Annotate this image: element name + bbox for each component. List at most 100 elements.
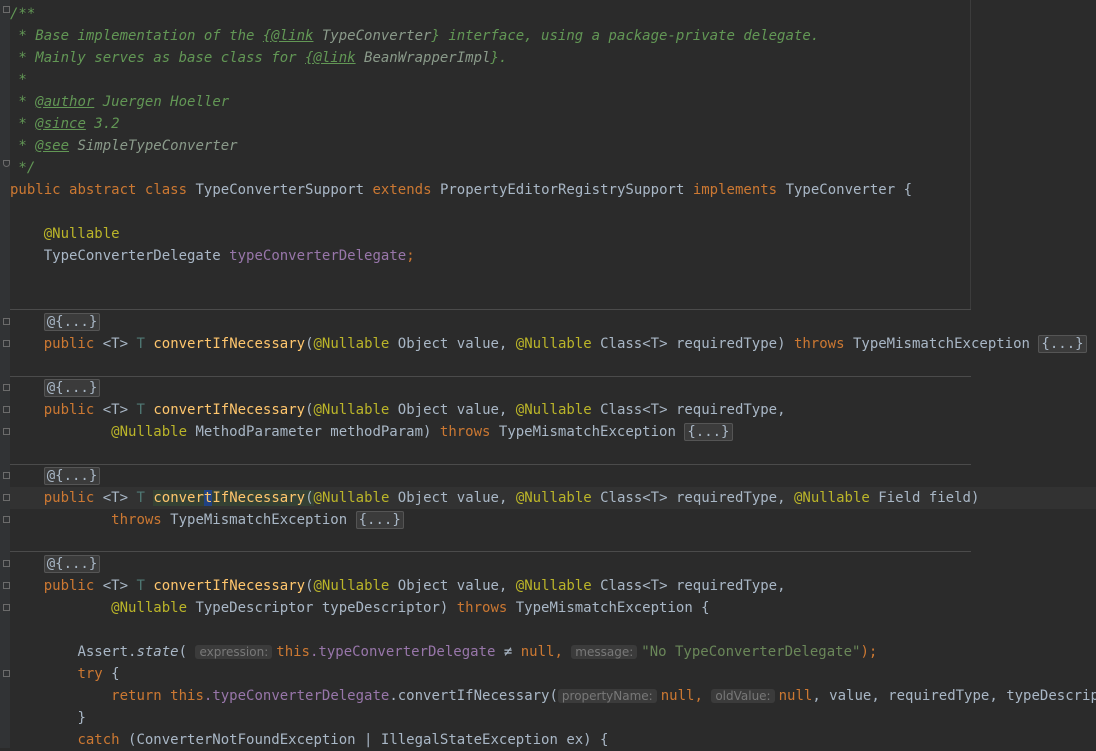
type-param: <T> <box>102 336 129 352</box>
comment-text: * Base implementation of the <box>10 28 263 44</box>
catch-clause: (ConverterNotFoundException | IllegalSta… <box>119 732 609 748</box>
keyword: public <box>43 402 95 418</box>
editor-gutter[interactable] <box>0 0 10 748</box>
keyword: throws <box>111 512 162 528</box>
param-text: Object value, <box>389 336 516 352</box>
param-text: Object value, <box>389 402 516 418</box>
annotation: @Nullable <box>111 600 188 616</box>
param-text: MethodParameter methodParam) <box>187 424 440 440</box>
code-line[interactable]: * <box>10 69 1096 91</box>
annotation: @Nullable <box>515 402 592 418</box>
return-type: T <box>136 402 145 418</box>
paren: ( <box>305 402 314 418</box>
doc-tag: {@link <box>305 50 356 66</box>
code-editor[interactable]: /** * Base implementation of the {@link … <box>0 0 1096 748</box>
keyword: throws <box>793 336 845 352</box>
fold-toggle-icon[interactable] <box>3 670 10 677</box>
comment-text: * <box>10 94 36 110</box>
code-line[interactable]: * @since 3.2 <box>10 113 1096 135</box>
param-hint: propertyName: <box>557 689 657 703</box>
code-line[interactable]: throws TypeMismatchException {...} <box>10 509 1096 531</box>
fold-toggle-icon[interactable] <box>3 516 10 523</box>
param-text: Class<T> requiredType, <box>591 490 794 506</box>
code-line[interactable]: /** <box>10 3 1096 25</box>
method-name-part: IfNecessary <box>212 490 306 506</box>
fold-toggle-icon[interactable] <box>3 604 10 611</box>
folded-annotations[interactable]: @{...} <box>43 555 101 573</box>
keyword: try <box>77 666 103 682</box>
code-line[interactable]: * Mainly serves as base class for {@link… <box>10 47 1096 69</box>
paren: ( <box>305 490 314 506</box>
code-line[interactable]: public <T> T convertIfNecessary( @Nullabl… <box>10 399 1096 421</box>
keyword: extends <box>372 182 432 198</box>
annotation: @Nullable <box>515 578 592 594</box>
code-line[interactable]: @{...} <box>10 553 1096 575</box>
code-line[interactable]: public abstract class TypeConverterSuppo… <box>10 179 1096 201</box>
statement-end: ); <box>860 644 878 660</box>
code-line[interactable]: @{...} <box>10 311 1096 333</box>
fold-toggle-icon[interactable] <box>3 582 10 589</box>
code-line[interactable]: @Nullable TypeDescriptor typeDescriptor)… <box>10 597 1096 619</box>
param-hint: oldValue: <box>711 689 775 703</box>
code-line[interactable]: public <T> T convertIfNecessary(@Nullabl… <box>10 333 1096 355</box>
param-hint: message: <box>571 645 638 659</box>
fold-toggle-icon[interactable] <box>3 340 10 347</box>
fold-toggle-icon[interactable] <box>3 560 10 567</box>
paren: ( <box>305 336 314 352</box>
method-name-part: conver <box>153 490 204 506</box>
folded-annotations[interactable]: @{...} <box>43 467 101 485</box>
fold-end-icon[interactable] <box>3 160 10 167</box>
fold-toggle-icon[interactable] <box>3 318 10 325</box>
annotation: @Nullable <box>313 578 390 594</box>
code-line[interactable]: @{...} <box>10 377 1096 399</box>
param-hint: expression: <box>195 645 273 659</box>
param-text: Object value, <box>389 578 516 594</box>
method-name: convertIfNecessary <box>153 490 306 506</box>
code-line[interactable]: TypeConverterDelegate typeConverterDeleg… <box>10 245 1096 267</box>
code-line[interactable]: @Nullable <box>10 223 1096 245</box>
code-line[interactable]: return this.typeConverterDelegate.conver… <box>10 685 1096 707</box>
fold-toggle-icon[interactable] <box>3 384 10 391</box>
fold-toggle-icon[interactable] <box>3 6 10 13</box>
code-line[interactable]: @Nullable MethodParameter methodParam) t… <box>10 421 1096 443</box>
method-separator <box>10 551 971 552</box>
paren: ( <box>305 578 314 594</box>
fold-toggle-icon[interactable] <box>3 406 10 413</box>
brace: } <box>77 710 86 726</box>
annotation: @Nullable <box>313 336 390 352</box>
fold-toggle-icon[interactable] <box>3 472 10 479</box>
comma: , <box>694 688 712 704</box>
folded-body[interactable]: {...} <box>355 511 404 529</box>
code-line[interactable]: } <box>10 707 1096 729</box>
code-line[interactable]: * @see SimpleTypeConverter <box>10 135 1096 157</box>
method-separator <box>10 309 971 310</box>
method-name: convertIfNecessary <box>153 578 306 594</box>
code-line[interactable]: try { <box>10 663 1096 685</box>
param-text: Object value, <box>389 490 516 506</box>
code-line-current[interactable]: public <T> T convertIfNecessary(@Nullabl… <box>10 487 1096 509</box>
code-line[interactable]: */ <box>10 157 1096 179</box>
folded-body[interactable]: {...} <box>1038 335 1087 353</box>
type-name: TypeConverterDelegate <box>43 248 221 264</box>
method-call: state <box>136 644 179 660</box>
keyword: throws <box>439 424 491 440</box>
fold-toggle-icon[interactable] <box>3 494 10 501</box>
type-param: <T> <box>102 402 129 418</box>
keyword: public <box>43 578 95 594</box>
code-line[interactable]: Assert.state( expression: this.typeConver… <box>10 641 1096 663</box>
folded-annotations[interactable]: @{...} <box>43 313 101 331</box>
method-name: convertIfNecessary <box>153 402 306 418</box>
folded-body[interactable]: {...} <box>684 423 733 441</box>
comment-text: } interface, using a package-private del… <box>431 28 820 44</box>
code-line[interactable]: * @author Juergen Hoeller <box>10 91 1096 113</box>
code-line[interactable]: public <T> T convertIfNecessary(@Nullabl… <box>10 575 1096 597</box>
doc-reference: TypeConverter <box>313 28 432 44</box>
return-type: T <box>136 490 145 506</box>
code-line[interactable]: * Base implementation of the {@link Type… <box>10 25 1096 47</box>
brace: { <box>895 182 912 198</box>
code-line[interactable]: @{...} <box>10 465 1096 487</box>
annotation: @Nullable <box>515 490 592 506</box>
keyword: null <box>520 644 555 660</box>
fold-toggle-icon[interactable] <box>3 428 10 435</box>
folded-annotations[interactable]: @{...} <box>43 379 101 397</box>
